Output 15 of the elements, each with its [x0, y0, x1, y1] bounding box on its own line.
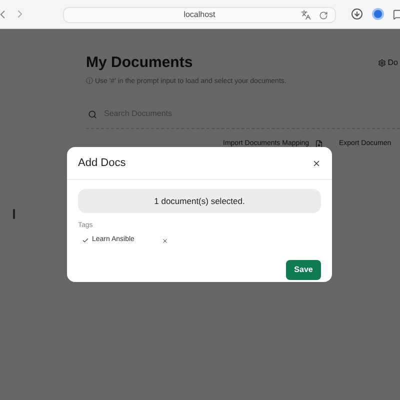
search-icon: [88, 110, 97, 118]
remove-tag-icon[interactable]: [162, 238, 168, 244]
selection-summary: 1 document(s) selected.: [78, 189, 321, 213]
dialog-title: Add Docs: [78, 156, 126, 171]
page-title: My Documents: [86, 53, 193, 73]
url-text: localhost: [184, 9, 216, 21]
translate-icon[interactable]: [301, 10, 311, 20]
gear-icon: [378, 59, 386, 68]
download-icon[interactable]: [351, 8, 363, 20]
save-button[interactable]: Save: [286, 260, 321, 280]
close-icon[interactable]: [312, 158, 321, 168]
reload-icon[interactable]: [319, 10, 328, 20]
address-bar[interactable]: localhost: [63, 7, 336, 23]
settings-button[interactable]: Do: [378, 57, 398, 70]
sidebar-handle[interactable]: [13, 209, 15, 219]
